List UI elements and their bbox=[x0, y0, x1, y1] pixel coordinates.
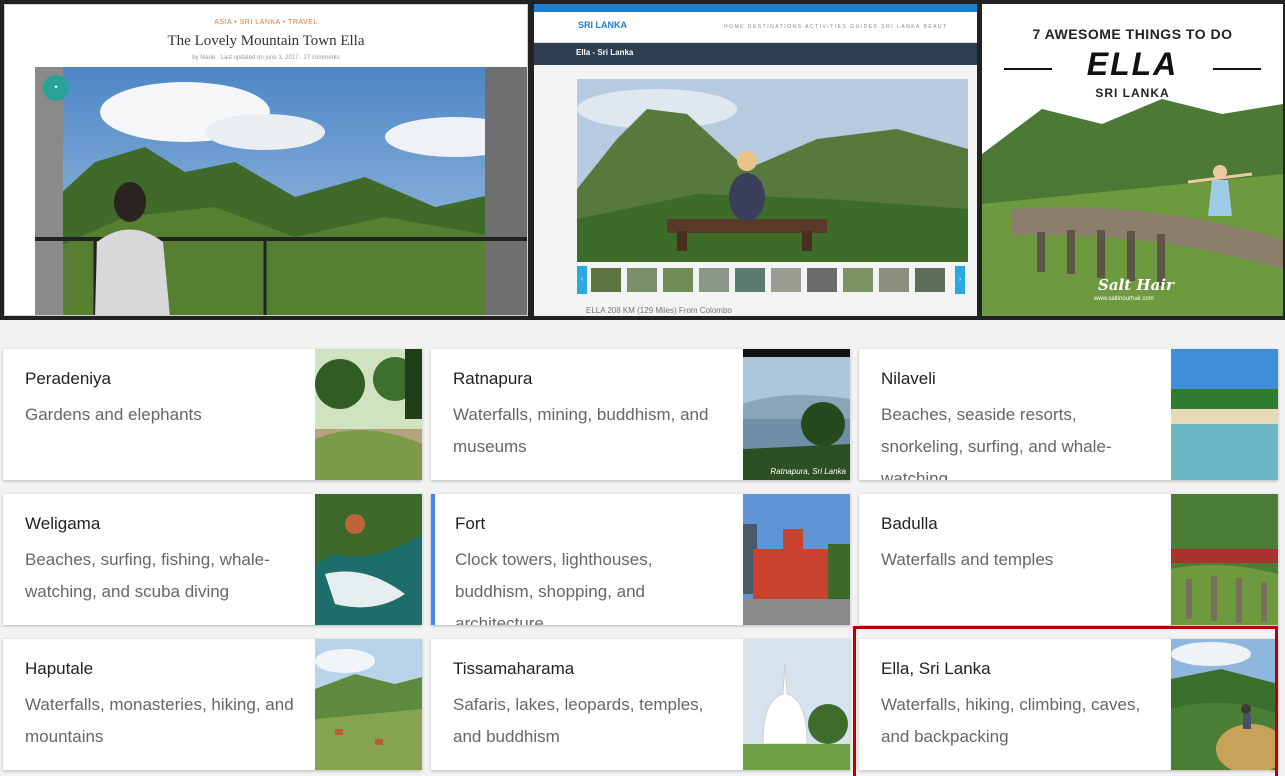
thumbnail[interactable] bbox=[627, 268, 657, 292]
thumbnail[interactable] bbox=[663, 268, 693, 292]
image-results-strip: ASIA • SRI LANKA • TRAVEL The Lovely Mou… bbox=[0, 0, 1285, 320]
thumbnail[interactable] bbox=[591, 268, 621, 292]
card-description: Waterfalls, mining, buddhism, and museum… bbox=[453, 405, 709, 456]
poster-logo: Salt Hair bbox=[1098, 276, 1174, 294]
thumbnail[interactable] bbox=[843, 268, 873, 292]
share-badge-icon[interactable]: ✦ bbox=[43, 75, 69, 101]
card-title: Weligama bbox=[25, 514, 101, 533]
destination-card-haputale[interactable]: Haputale Waterfalls, monasteries, hiking… bbox=[3, 639, 422, 770]
card-description: Clock towers, lighthouses, buddhism, sho… bbox=[455, 550, 653, 625]
site-caption: ELLA 208 KM (129 Miles) From Colombo bbox=[586, 306, 732, 315]
card-thumbnail bbox=[315, 349, 422, 480]
image-result-blog[interactable]: ASIA • SRI LANKA • TRAVEL The Lovely Mou… bbox=[4, 4, 528, 316]
destination-card-ella[interactable]: Ella, Sri Lanka Waterfalls, hiking, clim… bbox=[859, 639, 1278, 770]
thumb-prev-icon[interactable]: ‹ bbox=[577, 266, 587, 294]
card-thumbnail bbox=[315, 639, 422, 770]
card-description: Gardens and elephants bbox=[25, 405, 202, 424]
card-description: Beaches, surfing, fishing, whale-watchin… bbox=[25, 550, 270, 601]
poster-country: SRI LANKA bbox=[1095, 86, 1170, 100]
card-title: Ratnapura bbox=[453, 369, 533, 388]
thumbnail[interactable] bbox=[735, 268, 765, 292]
card-thumbnail bbox=[743, 639, 850, 770]
site-page-bar: Ella - Sri Lanka bbox=[534, 43, 977, 65]
card-title: Ella, Sri Lanka bbox=[881, 659, 991, 678]
thumb-next-icon[interactable]: › bbox=[955, 266, 965, 294]
site-thumbnail-strip: ‹ › bbox=[577, 266, 968, 294]
card-title: Badulla bbox=[881, 514, 938, 533]
poster-headline: 7 AWESOME THINGS TO DO bbox=[1032, 26, 1233, 42]
thumbnail[interactable] bbox=[771, 268, 801, 292]
card-thumbnail bbox=[743, 494, 850, 625]
card-title: Haputale bbox=[25, 659, 94, 678]
card-title: Nilaveli bbox=[881, 369, 936, 388]
card-thumbnail bbox=[1171, 494, 1278, 625]
card-description: Safaris, lakes, leopards, temples, and b… bbox=[453, 695, 704, 746]
thumbnail[interactable] bbox=[699, 268, 729, 292]
destination-grid: Peradeniya Gardens and elephants Ratnapu… bbox=[0, 320, 1285, 776]
thumbnail[interactable] bbox=[915, 268, 945, 292]
poster-rule bbox=[1213, 68, 1261, 70]
card-thumbnail bbox=[1171, 639, 1278, 770]
site-photo bbox=[577, 79, 968, 262]
thumbnail[interactable] bbox=[807, 268, 837, 292]
destination-card-ratnapura[interactable]: Ratnapura Waterfalls, mining, buddhism, … bbox=[431, 349, 850, 480]
site-logo: SRI LANKA bbox=[578, 20, 627, 30]
destination-card-tissamaharama[interactable]: Tissamaharama Safaris, lakes, leopards, … bbox=[431, 639, 850, 770]
card-thumbnail bbox=[1171, 349, 1278, 480]
destination-card-weligama[interactable]: Weligama Beaches, surfing, fishing, whal… bbox=[3, 494, 422, 625]
card-thumbnail: Ratnapura, Sri Lanka bbox=[743, 349, 850, 480]
card-description: Beaches, seaside resorts, snorkeling, su… bbox=[881, 405, 1112, 480]
card-title: Tissamaharama bbox=[453, 659, 575, 678]
destination-card-nilaveli[interactable]: Nilaveli Beaches, seaside resorts, snork… bbox=[859, 349, 1278, 480]
poster-place: ELLA bbox=[1086, 46, 1179, 82]
card-title: Peradeniya bbox=[25, 369, 112, 388]
blog-meta: by Marie · Last updated on june 3, 2017 … bbox=[192, 55, 340, 61]
destination-card-fort[interactable]: Fort Clock towers, lighthouses, buddhism… bbox=[431, 494, 850, 625]
blog-title: The Lovely Mountain Town Ella bbox=[167, 33, 365, 49]
thumbnail-watermark: Ratnapura, Sri Lanka bbox=[770, 467, 846, 476]
card-title: Fort bbox=[455, 514, 486, 533]
card-description: Waterfalls, hiking, climbing, caves, and… bbox=[881, 695, 1141, 746]
blog-photo bbox=[35, 67, 527, 315]
site-nav-links: HOME DESTINATIONS ACTIVITIES GUIDES SRI … bbox=[724, 24, 948, 30]
blog-categories: ASIA • SRI LANKA • TRAVEL bbox=[214, 19, 318, 26]
destination-card-badulla[interactable]: Badulla Waterfalls and temples bbox=[859, 494, 1278, 625]
destination-card-peradeniya[interactable]: Peradeniya Gardens and elephants bbox=[3, 349, 422, 480]
image-result-site[interactable]: SRI LANKA HOME DESTINATIONS ACTIVITIES G… bbox=[534, 4, 977, 316]
thumbnail[interactable] bbox=[879, 268, 909, 292]
site-top-bar bbox=[534, 4, 977, 12]
site-page-title: Ella - Sri Lanka bbox=[576, 48, 634, 57]
card-description: Waterfalls, monasteries, hiking, and mou… bbox=[25, 695, 294, 746]
image-result-poster[interactable]: 7 AWESOME THINGS TO DO ELLA SRI LANKA Sa… bbox=[982, 4, 1283, 316]
card-thumbnail bbox=[315, 494, 422, 625]
site-nav: SRI LANKA HOME DESTINATIONS ACTIVITIES G… bbox=[534, 12, 977, 43]
poster-url: www.saltinourhair.com bbox=[1094, 296, 1154, 302]
card-description: Waterfalls and temples bbox=[881, 550, 1054, 569]
